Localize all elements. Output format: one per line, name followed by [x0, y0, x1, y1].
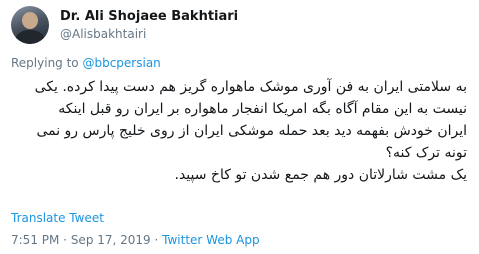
tweet-text: به سلامتی ایران به فن آوری موشک ماهواره …	[9, 76, 467, 186]
translate-tweet-link[interactable]: Translate Tweet	[11, 211, 104, 225]
avatar-shoulders	[14, 30, 46, 44]
replying-to: Replying to @bbcpersian	[11, 56, 161, 70]
reply-target-link[interactable]: @bbcpersian	[82, 56, 160, 70]
tweet-meta: 7:51 PM · Sep 17, 2019 · Twitter Web App	[11, 233, 260, 247]
avatar[interactable]	[11, 6, 49, 44]
tweet-line: به سلامتی ایران به فن آوری موشک ماهواره …	[34, 79, 467, 95]
tweet-line: نیست به این مقام آگاه بگه امریکا انفجار …	[58, 101, 467, 117]
author-handle[interactable]: @Alisbakhtairi	[60, 27, 146, 41]
replying-to-label: Replying to	[11, 56, 83, 70]
tweet-time[interactable]: 7:51 PM	[11, 233, 59, 247]
author-display-name[interactable]: Dr. Ali Shojaee Bakhtiari	[60, 9, 238, 24]
meta-separator: ·	[59, 233, 71, 247]
tweet-line: تونه ترک کنه؟	[385, 145, 467, 161]
tweet-date[interactable]: Sep 17, 2019	[71, 233, 151, 247]
tweet-line: ایران خودش بفهمه دید بعد حمله موشکی ایرا…	[36, 123, 467, 139]
tweet-line: یک مشت شارلاتان دور هم جمع شدن تو کاخ سپ…	[174, 167, 468, 183]
tweet-source-link[interactable]: Twitter Web App	[162, 233, 259, 247]
meta-separator: ·	[150, 233, 163, 247]
avatar-head	[22, 12, 38, 29]
